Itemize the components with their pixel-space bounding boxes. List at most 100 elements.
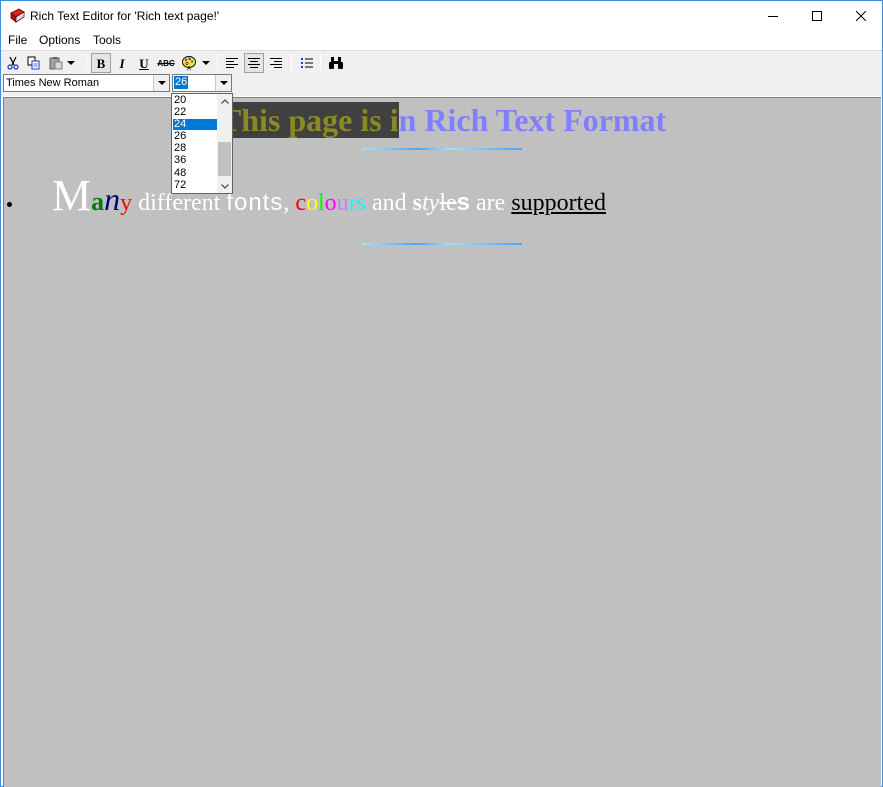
close-icon [856,11,866,21]
binoculars-icon [329,57,343,69]
text-run: n [104,181,121,217]
font-size-option[interactable]: 20 [173,95,217,106]
svg-text:A: A [187,67,191,72]
scissors-icon [7,56,19,70]
font-size-option[interactable]: 26 [173,131,217,142]
editor-window: Rich Text Editor for 'Rich text page!' F… [0,0,883,787]
font-size-dropdown-list[interactable]: 20 22 24 26 28 36 48 72 [171,93,233,194]
menu-options[interactable]: Options [39,33,80,47]
caret-down-icon [202,60,210,65]
minimize-icon [768,16,778,17]
underline-button[interactable]: U [134,53,154,73]
document-heading[interactable]: This page is in Rich Text Format [4,102,881,138]
paste-dropdown-button[interactable] [65,53,77,73]
strikethrough-label: ABC [157,58,175,68]
text-run: , [283,190,296,216]
text-run: fonts [226,189,284,216]
bullet-list-button[interactable] [297,53,317,73]
chevron-up-icon [220,98,229,104]
text-run: o [306,190,318,216]
menu-file[interactable]: File [8,33,27,47]
align-center-icon [248,58,260,68]
format-bar: Times New Roman 26 [1,74,882,96]
underline-label: U [139,55,149,71]
clipboard-icon [49,57,63,70]
text-run: and [366,190,413,216]
font-size-option[interactable]: 28 [173,143,217,154]
horizontal-rule [362,243,522,245]
toolbar-separator [86,54,87,71]
toolbar: B I U ABC A [1,50,882,74]
text-run: s [412,190,423,216]
text-run: l [439,190,447,216]
close-button[interactable] [838,1,883,31]
palette-icon: A [182,56,196,72]
color-button[interactable]: A [179,53,199,73]
font-size-option[interactable]: 22 [173,107,217,118]
text-run: y [120,190,133,216]
bold-button[interactable]: B [91,53,111,73]
maximize-button[interactable] [794,1,840,31]
minimize-button[interactable] [750,1,796,31]
italic-button[interactable]: I [112,53,132,73]
text-run: s [456,189,471,216]
font-size-option-selected[interactable]: 24 [173,119,217,130]
text-run: o [324,190,337,216]
font-size-value[interactable]: 26 [174,76,189,89]
font-size-option[interactable]: 48 [173,168,217,179]
maximize-icon [812,11,822,21]
book-icon [9,8,25,24]
heading-highlighted-text: This page is i [219,102,399,138]
font-name-value: Times New Roman [6,77,100,89]
text-run: e [446,190,457,216]
text-run: M [52,171,92,220]
dropdown-scrollbar[interactable] [217,94,232,193]
title-bar[interactable]: Rich Text Editor for 'Rich text page!' [1,1,882,31]
scroll-thumb[interactable] [218,142,231,176]
text-run: c [295,190,306,216]
copy-button[interactable] [24,53,44,73]
caret-down-icon [219,80,228,85]
italic-label: I [119,55,125,71]
bullet-icon [7,202,12,207]
text-run: r [348,190,357,216]
font-size-dropdown-button[interactable] [215,75,231,91]
text-run: a [91,187,105,216]
scroll-down-button[interactable] [217,179,232,193]
text-run: are [470,190,512,216]
heading-text: n Rich Text Format [398,102,667,138]
align-left-icon [226,58,238,68]
strikethrough-button[interactable]: ABC [156,53,176,73]
toolbar-separator [320,54,321,71]
color-dropdown-button[interactable] [200,53,212,73]
font-size-option[interactable]: 72 [173,180,217,191]
styled-text-line[interactable]: Many different fonts, colours and styles… [52,168,606,234]
cut-button[interactable] [3,53,23,73]
find-button[interactable] [326,53,346,73]
text-run: s [356,190,367,216]
font-size-option[interactable]: 36 [173,155,217,166]
menu-tools[interactable]: Tools [93,33,121,47]
bullet-list-icon [301,58,313,68]
chevron-down-icon [220,183,229,189]
align-right-button[interactable] [266,53,286,73]
caret-down-icon [157,80,166,85]
align-left-button[interactable] [222,53,242,73]
text-run: u [336,190,349,216]
font-name-dropdown-button[interactable] [153,75,169,91]
paste-button[interactable] [46,53,66,73]
font-name-select[interactable]: Times New Roman [3,74,170,92]
text-run: supported [511,190,606,216]
align-center-button[interactable] [244,53,264,73]
text-run: l [318,190,325,216]
caret-down-icon [67,60,75,65]
copy-icon [27,56,40,70]
menu-bar: File Options Tools [1,31,882,50]
scroll-up-button[interactable] [217,94,232,108]
bold-label: B [96,55,106,71]
document-area[interactable]: This page is in Rich Text Format Many di… [3,97,881,787]
toolbar-separator [291,54,292,71]
font-size-select[interactable]: 26 [172,74,232,92]
horizontal-rule [362,148,522,150]
window-title: Rich Text Editor for 'Rich text page!' [30,9,220,23]
